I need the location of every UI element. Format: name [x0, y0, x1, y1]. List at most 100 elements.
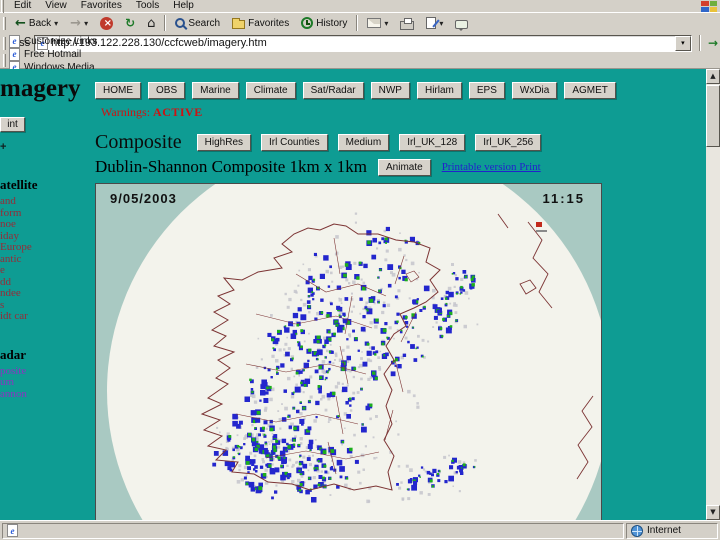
link-customize-links[interactable]: Customize Links: [9, 34, 97, 48]
print-button[interactable]: [394, 14, 420, 33]
rain-cell: [316, 312, 320, 316]
refresh-button[interactable]: [119, 14, 141, 33]
scroll-down-button[interactable]: ▼: [706, 505, 720, 520]
composite-button-irl-uk-128[interactable]: Irl_UK_128: [399, 134, 466, 151]
menu-tools[interactable]: Tools: [129, 0, 166, 12]
nav-button-agmet[interactable]: AGMET: [564, 82, 616, 99]
rain-cell: [308, 275, 313, 281]
link-free-hotmail[interactable]: Free Hotmail: [9, 47, 97, 61]
sidebar-link[interactable]: idt car: [0, 310, 88, 323]
rain-cell: [290, 395, 295, 399]
sidebar-link[interactable]: antic: [0, 253, 88, 266]
rain-cell: [405, 464, 409, 468]
composite-button-medium[interactable]: Medium: [337, 134, 390, 151]
animate-button[interactable]: Animate: [378, 158, 431, 176]
page-content: magery int + atellite and form noe iday Europ…: [0, 69, 706, 520]
nav-button-hirlam[interactable]: Hirlam: [416, 82, 462, 99]
nav-button-sat-radar[interactable]: Sat/Radar: [302, 82, 364, 99]
composite-button-highres[interactable]: HighRes: [196, 134, 252, 151]
sidebar-link[interactable]: ndee: [0, 287, 88, 300]
rain-cell: [405, 258, 408, 262]
rain-cell: [344, 427, 346, 429]
composite-button-irl-counties[interactable]: Irl Counties: [261, 134, 328, 151]
composite-button-irl-uk-256[interactable]: Irl_UK_256: [475, 134, 542, 151]
rain-cell: [454, 274, 457, 277]
nav-button-marine[interactable]: Marine: [192, 82, 239, 99]
sidebar-link[interactable]: e: [0, 264, 88, 277]
rain-cell: [279, 427, 282, 430]
rain-cell: [283, 457, 286, 459]
rain-cell: [385, 249, 389, 253]
menu-edit[interactable]: Edit: [7, 0, 38, 12]
nav-button-eps[interactable]: EPS: [468, 82, 505, 99]
favorites-button[interactable]: Favorites: [226, 14, 295, 33]
rain-cell: [308, 463, 312, 467]
home-button[interactable]: [141, 14, 161, 33]
rain-cell: [310, 293, 314, 297]
sidebar-print-button[interactable]: int: [0, 117, 25, 132]
sidebar-link[interactable]: and: [0, 195, 88, 208]
links-bar: Customize LinksFree HotmailWindows Media…: [0, 34, 720, 87]
toolbar-grip[interactable]: [3, 36, 6, 50]
rain-cell: [213, 451, 219, 456]
rain-cell: [432, 326, 435, 328]
address-dropdown-button[interactable]: ▾: [674, 35, 691, 51]
rain-cell: [296, 409, 300, 414]
tree-expander[interactable]: +: [0, 141, 88, 153]
discuss-button[interactable]: [449, 14, 474, 33]
vertical-scrollbar[interactable]: ▲ ▼: [706, 69, 720, 520]
rain-cell: [271, 496, 274, 500]
go-button[interactable]: [708, 34, 718, 52]
forward-button[interactable]: [64, 14, 94, 33]
dropdown-caret-icon: [439, 18, 443, 29]
rain-cell: [417, 334, 420, 338]
back-button[interactable]: Back: [9, 14, 64, 33]
rain-cell: [357, 470, 361, 474]
address-url[interactable]: http://193.122.228.130/ccfcweb/imagery.h…: [51, 37, 672, 49]
rain-cell: [286, 305, 290, 309]
nav-button-climate[interactable]: Climate: [245, 82, 296, 99]
rain-cell: [324, 470, 328, 474]
stop-button[interactable]: [94, 14, 119, 33]
toolbar-grip[interactable]: [3, 16, 6, 30]
scrollbar-thumb[interactable]: [706, 85, 720, 147]
sidebar-link[interactable]: um: [0, 376, 88, 389]
printable-version-link[interactable]: Printable version Print: [442, 161, 541, 173]
nav-button-obs[interactable]: OBS: [148, 82, 186, 99]
menu-view[interactable]: View: [38, 0, 74, 12]
edit-button[interactable]: [420, 14, 449, 33]
mail-button[interactable]: [361, 14, 394, 33]
menu-help[interactable]: Help: [166, 0, 201, 12]
address-input[interactable]: http://193.122.228.130/ccfcweb/imagery.h…: [34, 34, 692, 52]
rain-cell: [287, 445, 291, 449]
menu-favorites[interactable]: Favorites: [74, 0, 129, 12]
nav-button-wxdia[interactable]: WxDia: [511, 82, 558, 99]
sidebar-section-title: atellite: [0, 177, 38, 192]
rain-cell: [313, 467, 316, 470]
history-button[interactable]: History: [295, 14, 353, 33]
warnings-status[interactable]: ACTIVE: [153, 105, 203, 119]
nav-button-nwp[interactable]: NWP: [370, 82, 410, 99]
rain-cell: [437, 309, 441, 313]
rain-cell: [281, 417, 287, 422]
nav-button-home[interactable]: HOME: [95, 82, 141, 99]
search-button[interactable]: Search: [169, 14, 226, 33]
toolbar-grip[interactable]: [1, 0, 4, 13]
rain-cell: [220, 443, 223, 446]
rain-cell: [449, 465, 454, 470]
sidebar-link[interactable]: noe: [0, 218, 88, 231]
rain-cell: [317, 385, 321, 388]
rain-cell: [362, 468, 365, 471]
rain-cell: [312, 298, 315, 301]
sidebar-link[interactable]: Europe: [0, 241, 88, 254]
rain-cell: [423, 285, 430, 292]
rain-cell: [280, 363, 285, 368]
rain-cell: [341, 443, 343, 446]
rain-cell: [317, 483, 321, 487]
toolbar-grip[interactable]: [3, 54, 6, 67]
sidebar-link[interactable]: annon: [0, 388, 88, 401]
rain-cell: [352, 280, 356, 284]
scroll-up-button[interactable]: ▲: [706, 69, 720, 84]
rain-cell: [271, 354, 275, 358]
rain-cell: [269, 397, 273, 402]
